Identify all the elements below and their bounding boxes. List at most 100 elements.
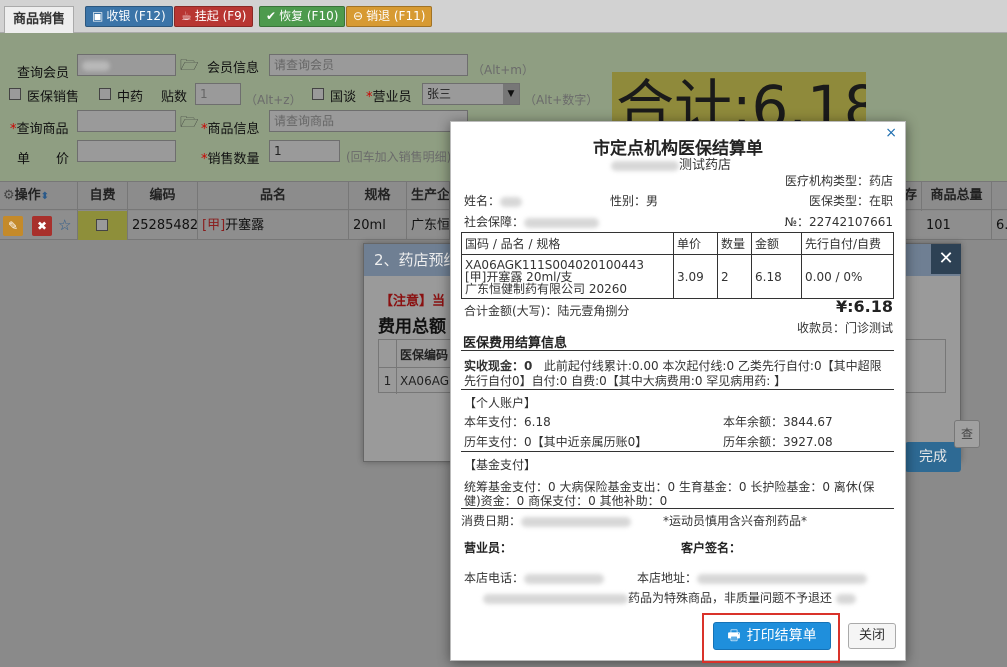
- row-maker: 广东恒: [407, 211, 450, 240]
- refund-button[interactable]: ⊖ 销退 (F11): [346, 6, 433, 27]
- gears-icon: ⚙: [3, 188, 15, 203]
- consume-date: 消费日期：: [461, 512, 632, 529]
- qty-label: *销售数量: [201, 152, 260, 167]
- patient-name: 姓名：: [464, 192, 523, 209]
- history-balance: 历年余额：3927.08: [723, 435, 833, 449]
- dialog-row-no: 1: [379, 368, 397, 394]
- cash-icon: ▣: [92, 9, 104, 23]
- institution-type: 医疗机构类型：药店: [784, 174, 893, 188]
- doses-input[interactable]: 1: [195, 83, 241, 105]
- restore-button[interactable]: ✔ 恢复 (F10): [259, 6, 346, 27]
- divider: [461, 508, 894, 509]
- history-pay: 历年支付：0【其中近亲属历账0】: [464, 435, 648, 449]
- cashier: 收款员：门诊测试: [796, 321, 893, 335]
- folder-open-icon[interactable]: 🗁: [180, 112, 199, 137]
- close-button[interactable]: 关闭: [848, 623, 896, 649]
- cash-detail: 先行自付0】自付:0 自费:0【其中大病费用:0 罕见病用药: 】: [464, 374, 787, 388]
- side-button[interactable]: 查: [954, 420, 980, 448]
- doses-label: 贴数: [161, 90, 188, 105]
- settlement-receipt-modal: × 市定点机构医保结算单 测试药店 医疗机构类型：药店 姓名： 性别：男 医保类…: [450, 121, 906, 663]
- minus-circle-icon: ⊖: [353, 9, 364, 23]
- qty-input[interactable]: 1: [269, 140, 340, 162]
- row-code: 25285482: [128, 211, 198, 240]
- doping-note: *运动员慎用含兴奋剂药品*: [663, 514, 808, 528]
- th-qty: 数量: [717, 232, 752, 255]
- item-info: XA06AGK111S004020100443 [甲]开塞露 20ml/支 广东…: [461, 254, 674, 299]
- col-spec[interactable]: 规格: [349, 182, 407, 211]
- item-qty: 2: [717, 254, 752, 299]
- row-self-pay: [78, 211, 128, 240]
- star-icon[interactable]: ☆: [58, 211, 71, 240]
- tcm-label: 中药: [117, 90, 144, 105]
- doses-hint: （Alt+z）: [245, 93, 302, 107]
- special-goods-note: 药品为特殊商品，非质量问题不予退还: [483, 589, 857, 606]
- product-info-field[interactable]: 请查询商品: [269, 110, 468, 132]
- item-amount: 6.18: [751, 254, 802, 299]
- row-operations: ✎ ✖ ☆: [0, 211, 78, 240]
- fund-line-2: 健)资金：0 商保支付：0 其他补助：0: [464, 494, 668, 508]
- print-settlement-button[interactable]: 🖶 打印结算单: [713, 622, 831, 650]
- salesperson-select[interactable]: 张三 ▼: [422, 83, 520, 105]
- col-operations[interactable]: ⚙操作⬍: [0, 182, 78, 211]
- chevron-down-icon: ▼: [503, 84, 519, 104]
- store-name: 测试药店: [611, 154, 731, 173]
- dialog-table: 医保编码 1 XA06AG: [378, 339, 459, 394]
- delete-icon[interactable]: ✖: [32, 216, 52, 236]
- national-checkbox[interactable]: [312, 88, 324, 100]
- item-maker: 广东恒健制药有限公司 20260: [465, 281, 627, 296]
- fund-header: 【基金支付】: [464, 458, 537, 472]
- edit-icon[interactable]: ✎: [3, 216, 23, 236]
- personal-account-header: 【个人账户】: [464, 396, 537, 410]
- col-total-qty[interactable]: 商品总量: [922, 182, 992, 211]
- medicare-sale-label: 医保销售: [27, 90, 80, 105]
- th-price: 单价: [673, 232, 718, 255]
- member-info-label: 会员信息: [207, 61, 260, 76]
- th-amount: 金额: [751, 232, 802, 255]
- member-query-input[interactable]: [77, 54, 176, 76]
- total-amount: ¥:6.18: [835, 297, 893, 316]
- divider: [461, 350, 894, 351]
- salesperson-label: *营业员: [366, 90, 412, 105]
- product-query-input[interactable]: [77, 110, 176, 132]
- col-maker[interactable]: 生产企: [407, 182, 450, 211]
- customer-sign: 客户签名：: [681, 541, 742, 555]
- total-in-words: 合计金额(大写)：陆元壹角捌分: [464, 304, 630, 318]
- item-name-spec: [甲]开塞露 20ml/支: [465, 269, 573, 284]
- store-phone: 本店电话：: [464, 569, 605, 586]
- gender: 性别：男: [610, 194, 659, 208]
- settle-info-header: 医保费用结算信息: [463, 336, 568, 351]
- salesperson-sign: 营业员：: [464, 541, 513, 555]
- item-price: 3.09: [673, 254, 718, 299]
- close-icon[interactable]: ✕: [931, 244, 961, 274]
- sort-icon: ⬍: [40, 191, 50, 202]
- item-code: XA06AGK111S004020100443: [465, 257, 645, 272]
- member-query-label: 查询会员: [17, 66, 70, 81]
- item-self-pay: 0.00 / 0%: [801, 254, 894, 299]
- member-hint: （Alt+m）: [472, 63, 534, 77]
- col-code[interactable]: 编码: [128, 182, 198, 211]
- done-button[interactable]: 完成: [905, 442, 961, 472]
- folder-open-icon[interactable]: 🗁: [180, 55, 199, 80]
- price-input[interactable]: [77, 140, 176, 162]
- medicare-sale-checkbox[interactable]: [9, 88, 21, 100]
- checkout-button[interactable]: ▣ 收银 (F12): [85, 6, 173, 27]
- printer-icon: 🖶: [727, 628, 741, 644]
- member-info-field[interactable]: 请查询会员: [269, 54, 468, 76]
- price-label: 单 价: [17, 152, 70, 167]
- salesperson-hint: （Alt+数字）: [524, 93, 599, 107]
- items-table: 国码 / 品名 / 规格 单价 数量 金额 先行自付/自费 XA06AGK111…: [461, 232, 894, 299]
- dialog-notice: 【注意】当: [380, 294, 446, 309]
- hold-button[interactable]: ☕ 挂起 (F9): [174, 6, 254, 27]
- tcm-checkbox[interactable]: [99, 88, 111, 100]
- tab-product-sales[interactable]: 商品销售: [4, 6, 75, 33]
- divider: [461, 389, 894, 390]
- cup-icon: ☕: [181, 9, 192, 23]
- year-balance: 本年余额：3844.67: [723, 415, 833, 429]
- product-query-label: *查询商品: [10, 122, 69, 137]
- col-name[interactable]: 品名: [198, 182, 349, 211]
- col-self-pay[interactable]: 自费: [78, 182, 128, 211]
- divider: [461, 451, 894, 452]
- row-name: [甲]开塞露: [198, 211, 349, 240]
- store-address: 本店地址：: [637, 569, 868, 586]
- self-pay-checkbox[interactable]: [96, 219, 108, 231]
